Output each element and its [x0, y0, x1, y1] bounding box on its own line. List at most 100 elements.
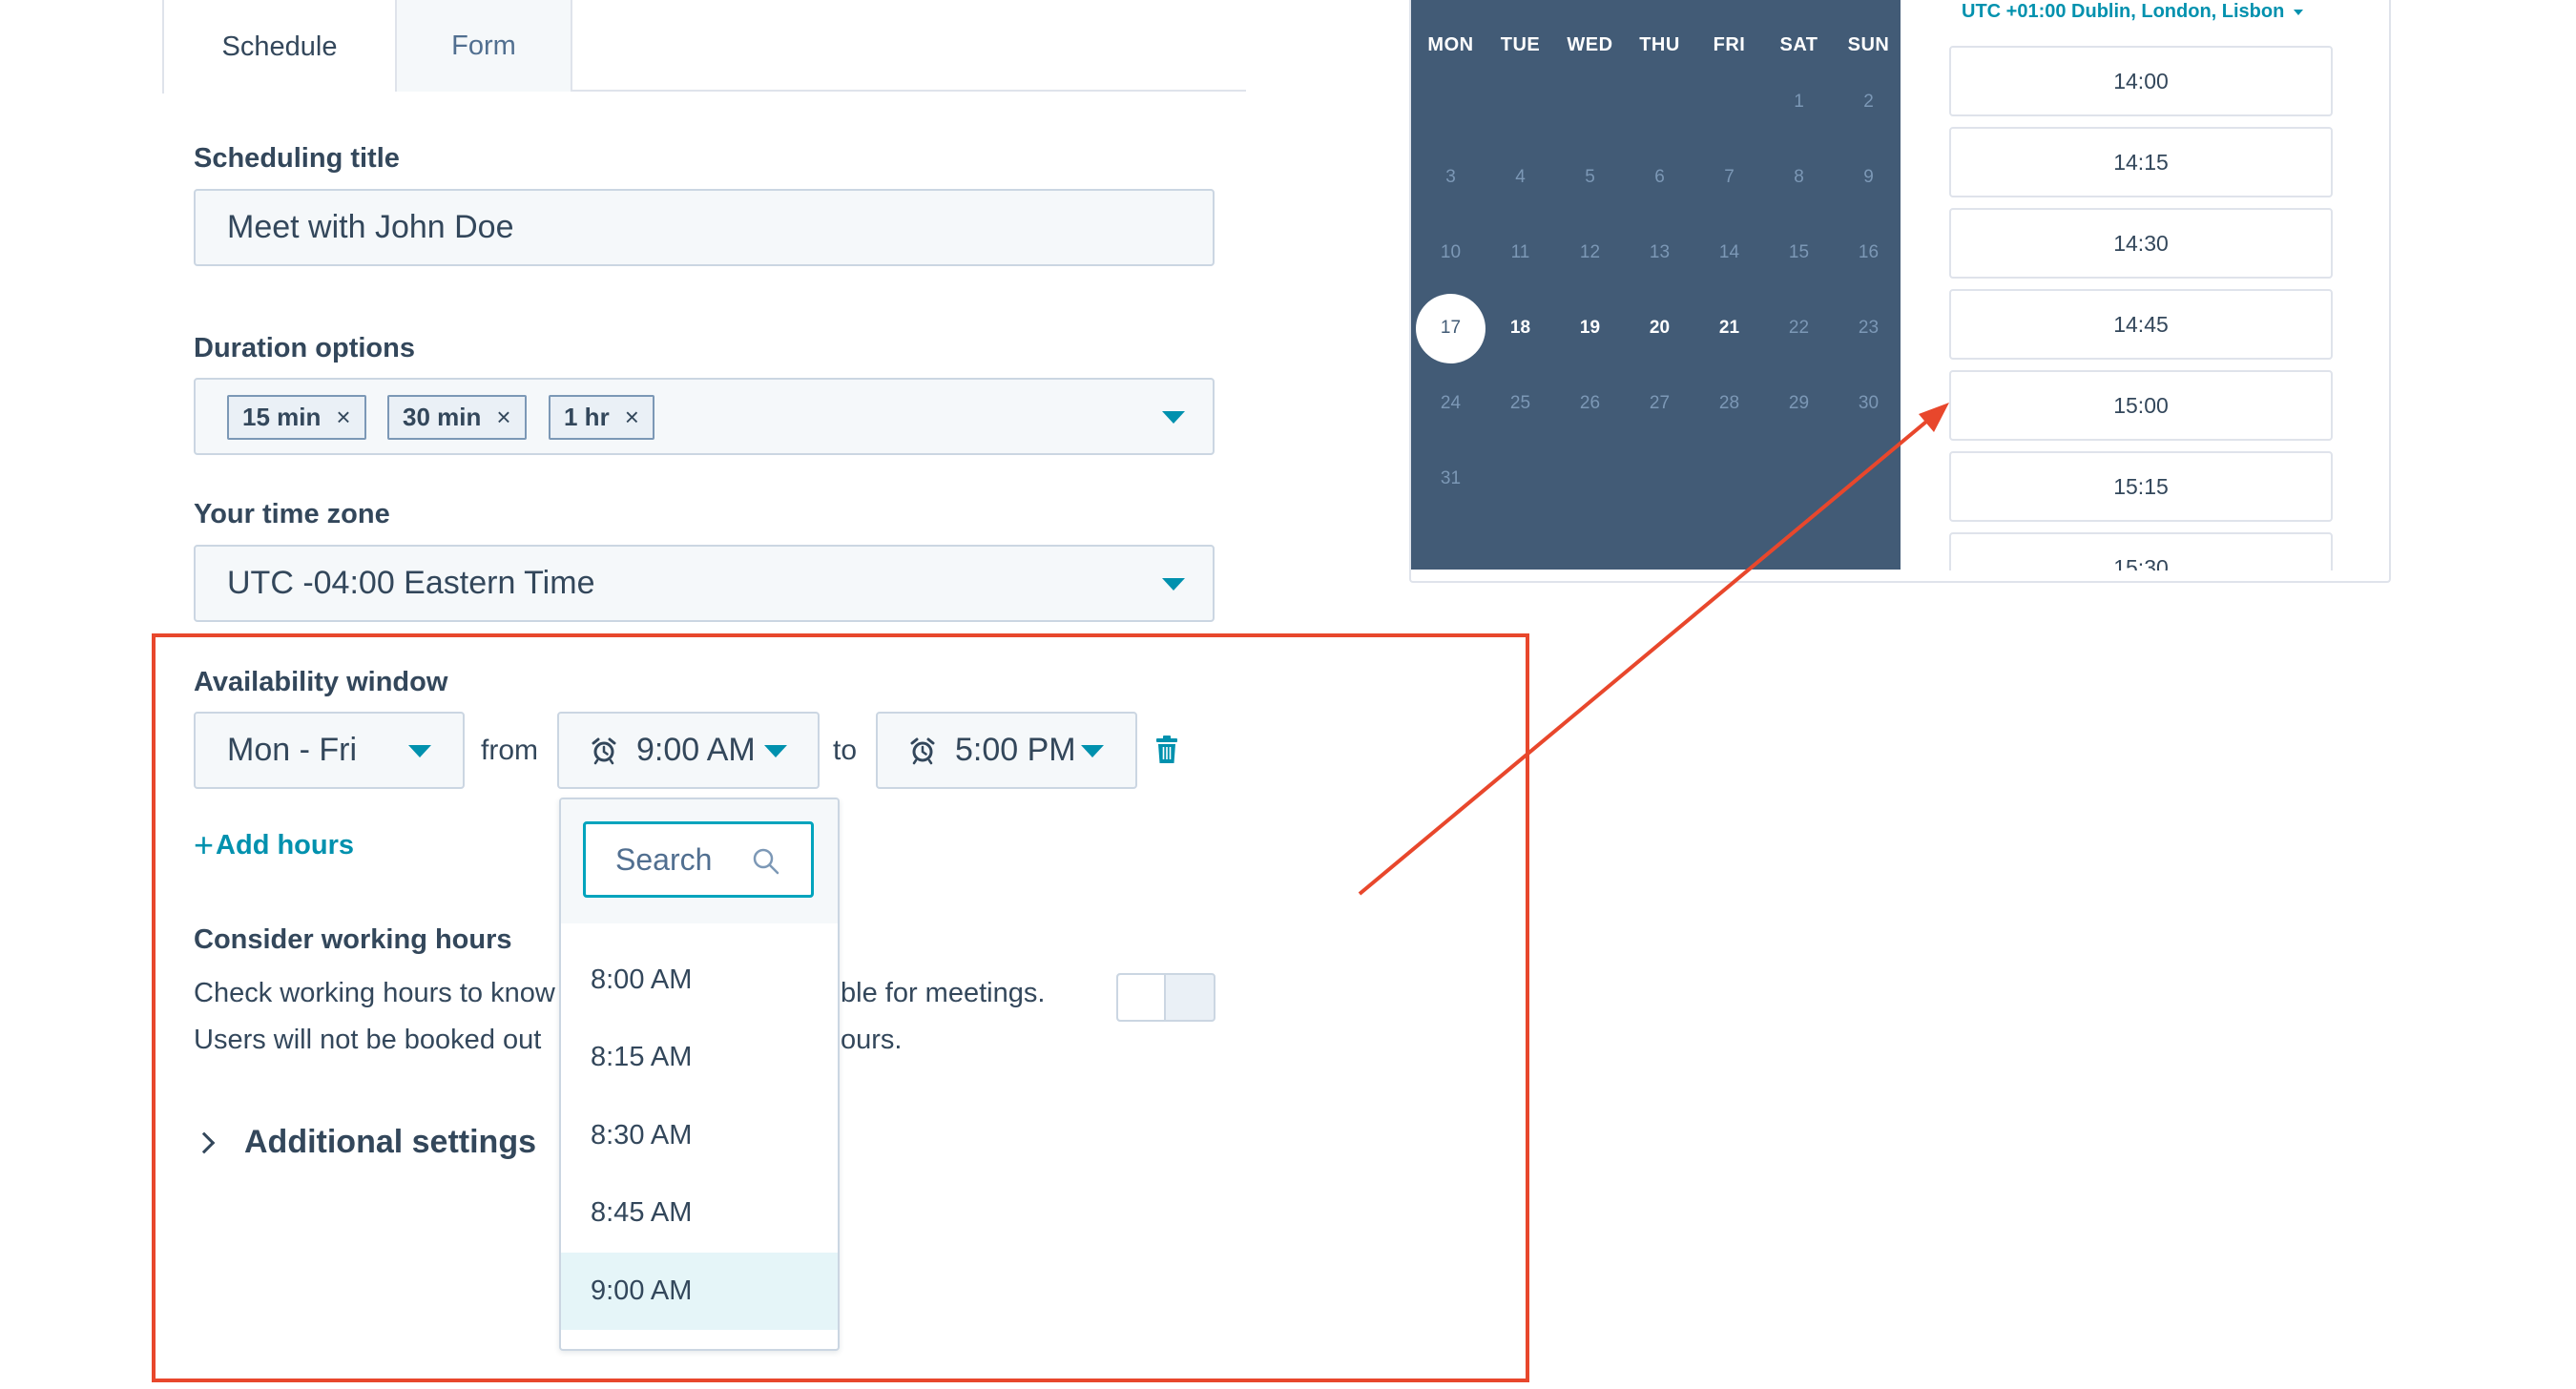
booking-timezone-label: UTC +01:00 Dublin, London, Lisbon	[1962, 1, 2285, 22]
calendar-day: 27	[1649, 393, 1671, 413]
time-option-list: 7:45 AM 8:00 AM 8:15 AM 8:30 AM 8:45 AM …	[561, 886, 838, 1330]
remove-chip-icon[interactable]: ×	[336, 403, 350, 432]
weekday-header: MON	[1427, 34, 1474, 55]
duration-chip-label: 30 min	[403, 403, 482, 431]
working-hours-desc-1: Check working hours to know	[194, 978, 555, 1008]
booking-timezone-select[interactable]: UTC +01:00 Dublin, London, Lisbon	[1962, 1, 2304, 23]
calendar-day: 13	[1649, 242, 1671, 262]
weekday-header: FRI	[1713, 34, 1746, 55]
trash-icon[interactable]	[1155, 736, 1178, 769]
working-hours-desc-2-tail: ours.	[841, 1025, 903, 1055]
days-value: Mon - Fri	[227, 732, 357, 768]
calendar-day: 8	[1794, 167, 1804, 187]
time-slot[interactable]: 15:15	[1949, 451, 2333, 522]
tab-form[interactable]: Form	[395, 0, 572, 92]
calendar-day: 23	[1858, 318, 1880, 338]
scheduling-title-value: Meet with John Doe	[227, 209, 514, 245]
calendar-day: 10	[1440, 242, 1462, 262]
calendar-day: 3	[1445, 167, 1456, 187]
time-slot-list: 14:00 14:15 14:30 14:45 15:00 15:15 15:3…	[1949, 46, 2333, 570]
duration-chip-label: 15 min	[242, 403, 322, 431]
tab-bar: Schedule Form	[162, 0, 1246, 93]
time-option[interactable]: 8:30 AM	[561, 1097, 838, 1175]
alarm-clock-icon	[590, 736, 618, 770]
time-slot[interactable]: 14:30	[1949, 208, 2333, 279]
additional-settings-label: Additional settings	[244, 1124, 536, 1160]
chevron-down-icon	[2294, 9, 2304, 15]
calendar-day: 6	[1654, 167, 1665, 187]
calendar-day[interactable]: 20	[1625, 318, 1694, 339]
time-slot[interactable]: 15:30	[1949, 532, 2333, 570]
start-time-dropdown: 7:45 AM 8:00 AM 8:15 AM 8:30 AM 8:45 AM …	[559, 798, 840, 1351]
calendar-day[interactable]: 18	[1485, 318, 1555, 339]
working-hours-desc-1-tail: ble for meetings.	[841, 978, 1046, 1008]
time-slot[interactable]: 15:00	[1949, 370, 2333, 441]
scheduling-title-label: Scheduling title	[194, 143, 400, 174]
to-label: to	[833, 735, 858, 766]
start-time-value: 9:00 AM	[636, 732, 756, 768]
duration-chip: 15 min ×	[227, 395, 366, 440]
availability-window-label: Availability window	[194, 667, 448, 697]
add-hours-link[interactable]: + Add hours	[194, 825, 354, 865]
calendar-day: 30	[1858, 393, 1880, 413]
chevron-down-icon	[408, 745, 431, 757]
time-zone-select[interactable]: UTC -04:00 Eastern Time	[194, 545, 1215, 622]
calendar-day[interactable]: 19	[1555, 318, 1625, 339]
calendar-day: 24	[1440, 393, 1462, 413]
duration-chip: 30 min ×	[387, 395, 527, 440]
calendar-day: 29	[1788, 393, 1810, 413]
time-zone-label: Your time zone	[194, 499, 390, 529]
time-slot[interactable]: 14:15	[1949, 127, 2333, 197]
chevron-right-icon	[193, 1131, 216, 1153]
working-hours-toggle[interactable]	[1116, 973, 1215, 1022]
calendar-day: 16	[1858, 242, 1880, 262]
chevron-down-icon	[1162, 578, 1185, 591]
calendar-day: 31	[1440, 468, 1462, 488]
chevron-down-icon	[1162, 411, 1185, 424]
toggle-knob	[1118, 975, 1166, 1020]
calendar-day: 9	[1863, 167, 1874, 187]
calendar-day: 7	[1724, 167, 1735, 187]
weekday-header: THU	[1639, 34, 1680, 55]
time-option[interactable]: 8:45 AM	[561, 1174, 838, 1253]
time-zone-value: UTC -04:00 Eastern Time	[227, 565, 595, 601]
calendar-day[interactable]: 17	[1416, 318, 1485, 339]
calendar-day: 14	[1718, 242, 1740, 262]
dropdown-search-area	[561, 799, 838, 923]
calendar-day: 28	[1718, 393, 1740, 413]
calendar-day: 26	[1579, 393, 1601, 413]
weekday-header: SUN	[1847, 34, 1890, 55]
additional-settings-toggle[interactable]: Additional settings	[193, 1124, 536, 1161]
end-time-select[interactable]: 5:00 PM	[876, 712, 1137, 789]
chevron-down-icon	[1081, 745, 1104, 757]
weekday-header: WED	[1567, 34, 1613, 55]
calendar-day: 22	[1788, 318, 1810, 338]
time-slot[interactable]: 14:00	[1949, 46, 2333, 116]
tab-schedule[interactable]: Schedule	[162, 0, 395, 93]
end-time-value: 5:00 PM	[955, 732, 1076, 768]
time-slot[interactable]: 14:45	[1949, 289, 2333, 360]
time-option-selected[interactable]: 9:00 AM	[561, 1252, 838, 1330]
time-option[interactable]: 8:15 AM	[561, 1019, 838, 1097]
working-hours-title: Consider working hours	[194, 924, 512, 955]
days-select[interactable]: Mon - Fri	[194, 712, 465, 789]
weekday-header: TUE	[1500, 34, 1541, 55]
search-icon	[752, 847, 780, 881]
working-hours-desc-2: Users will not be booked out	[194, 1025, 542, 1055]
time-option[interactable]: 8:00 AM	[561, 942, 838, 1020]
scheduling-title-input[interactable]: Meet with John Doe	[194, 189, 1215, 266]
duration-options-select[interactable]: 15 min × 30 min × 1 hr ×	[194, 378, 1215, 455]
calendar-day: 4	[1515, 167, 1526, 187]
calendar-day: 25	[1509, 393, 1531, 413]
calendar-day: 12	[1579, 242, 1601, 262]
chevron-down-icon	[764, 745, 787, 757]
remove-chip-icon[interactable]: ×	[625, 403, 639, 432]
start-time-select[interactable]: 9:00 AM	[557, 712, 820, 789]
dropdown-search-box	[583, 821, 814, 898]
plus-icon: +	[194, 825, 215, 864]
calendar-day: 15	[1788, 242, 1810, 262]
calendar-day[interactable]: 21	[1694, 318, 1764, 339]
weekday-header: SAT	[1779, 34, 1818, 55]
duration-options-label: Duration options	[194, 333, 415, 363]
remove-chip-icon[interactable]: ×	[496, 403, 510, 432]
